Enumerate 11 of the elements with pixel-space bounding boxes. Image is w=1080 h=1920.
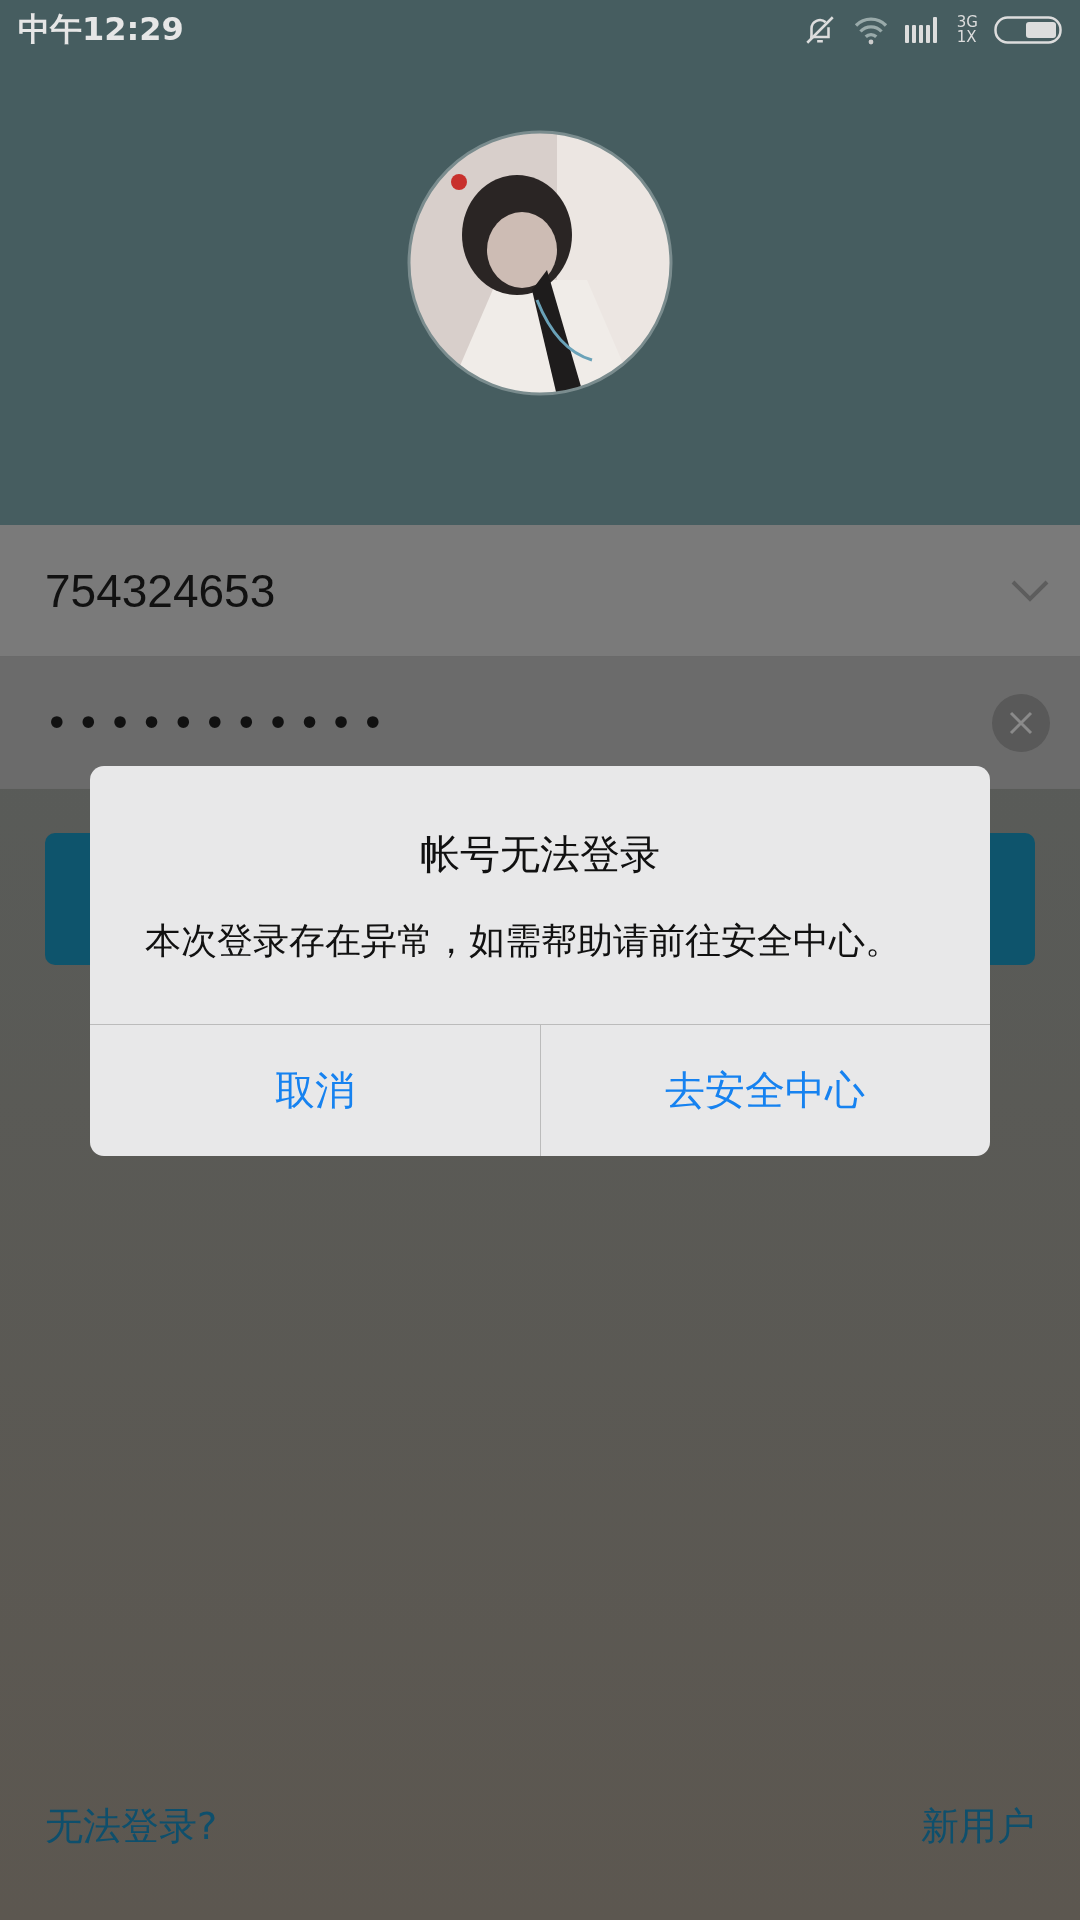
- clear-icon[interactable]: [992, 693, 1050, 752]
- battery-icon: [994, 16, 1062, 44]
- chevron-down-icon[interactable]: [1010, 578, 1050, 603]
- wifi-icon: [852, 15, 889, 45]
- status-time: 中午12:29: [18, 9, 185, 50]
- dialog-button[interactable]: 去安全中心: [539, 1025, 990, 1156]
- dialog-title: 帐号无法登录: [420, 830, 660, 878]
- dialog-button[interactable]: 取消: [90, 1025, 540, 1156]
- account-field[interactable]: 754324653: [0, 525, 1080, 657]
- network-type: 3G 1X: [956, 15, 978, 45]
- dialog-message: 本次登录存在异常，如需帮助请前往安全中心。: [145, 919, 902, 963]
